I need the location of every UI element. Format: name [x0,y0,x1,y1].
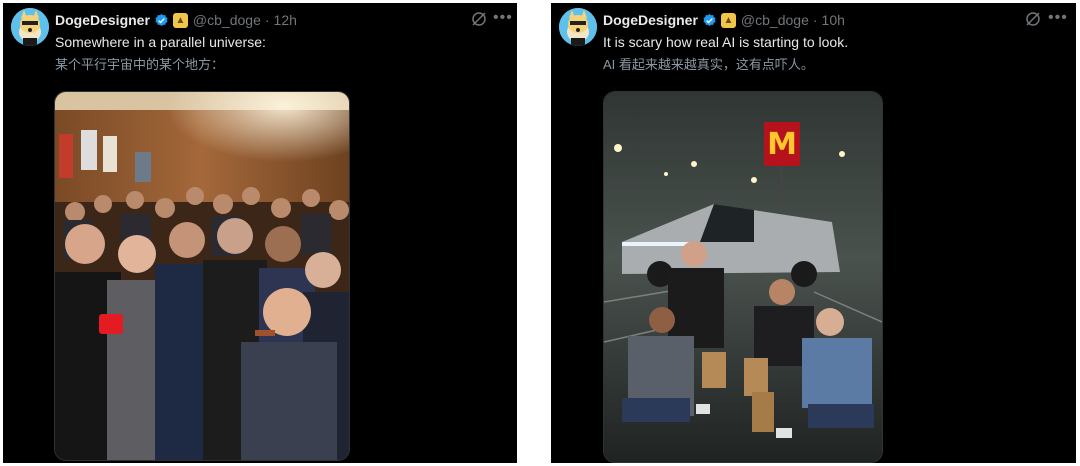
tweet-translation: AI 看起来越来越真实，这有点吓人。 [603,57,814,72]
grok-icon[interactable] [1025,11,1041,32]
doge-affiliate-icon[interactable]: ▲ [720,12,736,28]
tweet-translation: 某个平行宇宙中的某个地方： [55,57,225,72]
timestamp[interactable]: 10h [822,12,845,28]
tweet-header: DogeDesigner ▲ @cb_doge · 12h [55,10,297,30]
avatar[interactable] [559,8,597,46]
author-name[interactable]: DogeDesigner [603,12,698,28]
doge-affiliate-icon[interactable]: ▲ [172,12,188,28]
tweet-text: Somewhere in a parallel universe: [55,34,266,50]
tweet-header: DogeDesigner ▲ @cb_doge · 10h [603,10,845,30]
verified-badge-icon [154,13,169,28]
svg-text:M: M [767,127,797,162]
more-options-icon[interactable]: ••• [493,9,513,27]
avatar[interactable] [11,8,49,46]
tweet-card[interactable]: DogeDesigner ▲ @cb_doge · 10h ••• It is … [551,3,1076,463]
author-handle[interactable]: @cb_doge [193,12,261,28]
separator: · [812,12,818,28]
grok-icon[interactable] [471,11,487,32]
timestamp[interactable]: 12h [274,12,297,28]
separator: · [264,12,270,28]
author-handle[interactable]: @cb_doge [741,12,809,28]
tweet-image[interactable] [54,91,350,461]
verified-badge-icon [702,13,717,28]
tweet-image[interactable]: M [603,91,883,463]
author-name[interactable]: DogeDesigner [55,12,150,28]
more-options-icon[interactable]: ••• [1048,9,1068,27]
tweet-card[interactable]: DogeDesigner ▲ @cb_doge · 12h ••• Somewh… [3,3,517,463]
tweet-text: It is scary how real AI is starting to l… [603,34,849,50]
